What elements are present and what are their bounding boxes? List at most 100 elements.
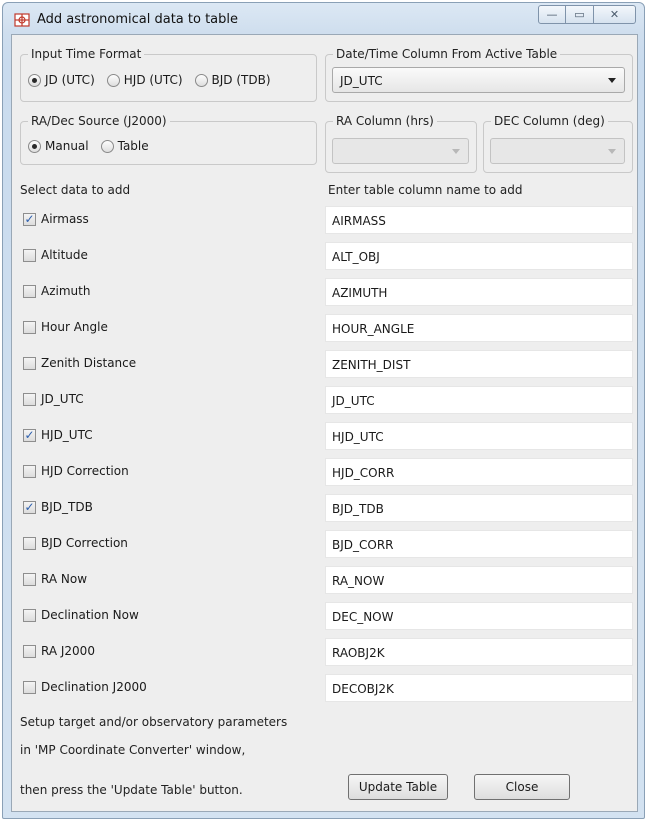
column-name-input[interactable]: JD_UTC: [325, 386, 633, 414]
radio-manual[interactable]: [28, 139, 41, 153]
radio-label: BJD (TDB): [211, 73, 271, 87]
ra-column-dropdown[interactable]: [332, 138, 469, 164]
date-time-column-dropdown[interactable]: JD_UTC: [332, 67, 625, 93]
radio-hjd-utc[interactable]: [106, 73, 120, 87]
row-checkbox[interactable]: [23, 572, 36, 586]
maximize-icon: ▭: [574, 8, 585, 21]
footer-line-2: in 'MP Coordinate Converter' window,: [20, 743, 246, 757]
data-row: JD_UTC JD_UTC: [12, 381, 639, 417]
row-checkbox[interactable]: ✓: [23, 427, 36, 442]
column-name-input[interactable]: AZIMUTH: [325, 278, 633, 306]
column-name-input[interactable]: BJD_CORR: [325, 530, 633, 558]
checkbox-wrapper[interactable]: ✓ HJD_UTC: [23, 428, 93, 442]
row-checkbox[interactable]: [23, 608, 36, 622]
checkbox-wrapper[interactable]: ✓ BJD_TDB: [23, 500, 93, 514]
row-checkbox[interactable]: [23, 284, 36, 298]
close-window-button[interactable]: ✕: [594, 5, 636, 24]
checkbox-wrapper[interactable]: Declination J2000: [23, 680, 147, 694]
data-row: Zenith Distance ZENITH_DIST: [12, 345, 639, 381]
minimize-button[interactable]: —: [538, 5, 566, 24]
row-checkbox[interactable]: ✓: [23, 500, 36, 514]
row-label: Azimuth: [41, 284, 91, 298]
dialog-body: Input Time Format JD (UTC) HJD (UTC) BJD…: [11, 34, 638, 812]
data-row: Declination J2000 DECOBJ2K: [12, 669, 639, 705]
column-name-input[interactable]: HJD_UTC: [325, 422, 633, 450]
row-label: JD_UTC: [41, 392, 84, 406]
column-name-input[interactable]: RA_NOW: [325, 566, 633, 594]
input-time-format-group: Input Time Format JD (UTC) HJD (UTC) BJD…: [20, 47, 317, 102]
column-name-input[interactable]: DEC_NOW: [325, 602, 633, 630]
data-row: ✓ Airmass AIRMASS: [12, 201, 639, 237]
checkbox-wrapper[interactable]: Hour Angle: [23, 320, 108, 334]
column-name-input[interactable]: BJD_TDB: [325, 494, 633, 522]
radio-bjd-tdb[interactable]: [194, 73, 208, 87]
data-row: ✓ BJD_TDB BJD_TDB: [12, 489, 639, 525]
radec-source-group: RA/Dec Source (J2000) Manual Table: [20, 114, 317, 165]
checkbox-wrapper[interactable]: ✓ Airmass: [23, 212, 89, 226]
column-name-input[interactable]: HJD_CORR: [325, 458, 633, 486]
data-row: Hour Angle HOUR_ANGLE: [12, 309, 639, 345]
date-time-column-group: Date/Time Column From Active Table JD_UT…: [325, 47, 633, 102]
footer-line-1: Setup target and/or observatory paramete…: [20, 715, 288, 729]
row-checkbox[interactable]: [23, 320, 36, 334]
dec-column-dropdown[interactable]: [490, 138, 625, 164]
radio-table[interactable]: [100, 139, 114, 153]
checkbox-wrapper[interactable]: HJD Correction: [23, 464, 129, 478]
row-checkbox[interactable]: [23, 680, 36, 694]
row-label: RA J2000: [41, 644, 95, 658]
dialog-window: Add astronomical data to table — ▭ ✕ Inp…: [2, 2, 645, 819]
data-row: RA Now RA_NOW: [12, 561, 639, 597]
checkbox-wrapper[interactable]: RA J2000: [23, 644, 95, 658]
select-data-header: Select data to add: [20, 183, 131, 197]
data-row: Azimuth AZIMUTH: [12, 273, 639, 309]
data-row: Altitude ALT_OBJ: [12, 237, 639, 273]
checkbox-wrapper[interactable]: Declination Now: [23, 608, 139, 622]
checkbox-wrapper[interactable]: Zenith Distance: [23, 356, 136, 370]
column-name-input[interactable]: ALT_OBJ: [325, 242, 633, 270]
row-label: HJD_UTC: [41, 428, 93, 442]
row-label: Altitude: [41, 248, 88, 262]
data-row: ✓ HJD_UTC HJD_UTC: [12, 417, 639, 453]
footer-line-3: then press the 'Update Table' button.: [20, 783, 243, 797]
row-label: Declination J2000: [41, 680, 147, 694]
checkbox-wrapper[interactable]: Altitude: [23, 248, 88, 262]
chevron-down-icon: [608, 78, 616, 83]
column-name-input[interactable]: RAOBJ2K: [325, 638, 633, 666]
title-bar[interactable]: Add astronomical data to table — ▭ ✕: [3, 3, 644, 33]
chevron-down-icon: [452, 149, 460, 154]
checkmark-icon: ✓: [24, 427, 35, 442]
checkbox-wrapper[interactable]: RA Now: [23, 572, 87, 586]
row-checkbox[interactable]: [23, 644, 36, 658]
row-checkbox[interactable]: [23, 536, 36, 550]
radio-label: Manual: [45, 139, 89, 153]
column-name-input[interactable]: AIRMASS: [325, 206, 633, 234]
row-label: BJD_TDB: [41, 500, 93, 514]
maximize-button[interactable]: ▭: [566, 5, 594, 24]
update-table-button[interactable]: Update Table: [348, 774, 448, 800]
row-checkbox[interactable]: [23, 464, 36, 478]
row-checkbox[interactable]: ✓: [23, 212, 36, 226]
ra-column-group: RA Column (hrs): [325, 114, 477, 173]
row-label: HJD Correction: [41, 464, 129, 478]
row-checkbox[interactable]: [23, 392, 36, 406]
group-title: RA/Dec Source (J2000): [28, 114, 170, 128]
row-label: Declination Now: [41, 608, 139, 622]
window-title: Add astronomical data to table: [37, 12, 238, 27]
close-button[interactable]: Close: [474, 774, 570, 800]
row-checkbox[interactable]: [23, 356, 36, 370]
column-name-input[interactable]: DECOBJ2K: [325, 674, 633, 702]
radio-jd-utc[interactable]: [28, 73, 41, 87]
row-label: BJD Correction: [41, 536, 128, 550]
column-name-input[interactable]: HOUR_ANGLE: [325, 314, 633, 342]
minimize-icon: —: [546, 8, 558, 21]
dropdown-value: JD_UTC: [340, 74, 383, 88]
group-title: Date/Time Column From Active Table: [333, 47, 561, 61]
radio-label: HJD (UTC): [123, 73, 183, 87]
checkbox-wrapper[interactable]: BJD Correction: [23, 536, 128, 550]
column-name-input[interactable]: ZENITH_DIST: [325, 350, 633, 378]
checkbox-wrapper[interactable]: JD_UTC: [23, 392, 84, 406]
checkbox-wrapper[interactable]: Azimuth: [23, 284, 90, 298]
row-checkbox[interactable]: [23, 248, 36, 262]
group-title: DEC Column (deg): [491, 114, 608, 128]
row-label: Hour Angle: [41, 320, 108, 334]
